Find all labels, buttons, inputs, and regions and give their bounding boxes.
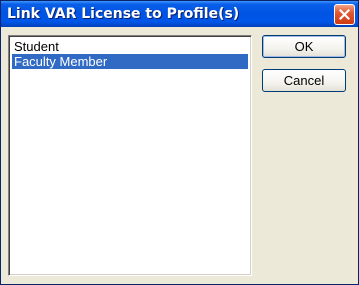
ok-button[interactable]: OK: [262, 35, 346, 58]
close-button[interactable]: [334, 4, 355, 25]
close-icon: [339, 9, 350, 20]
profile-listbox[interactable]: Student Faculty Member: [8, 35, 252, 276]
list-item-faculty-member[interactable]: Faculty Member: [12, 54, 248, 69]
dialog-body: Student Faculty Member OK Cancel: [4, 27, 355, 282]
list-item-student[interactable]: Student: [12, 39, 248, 54]
title-bar[interactable]: Link VAR License to Profile(s): [1, 1, 358, 27]
window-title: Link VAR License to Profile(s): [7, 6, 240, 22]
dialog-window: Link VAR License to Profile(s) Student F…: [0, 0, 359, 285]
cancel-button[interactable]: Cancel: [262, 69, 346, 92]
